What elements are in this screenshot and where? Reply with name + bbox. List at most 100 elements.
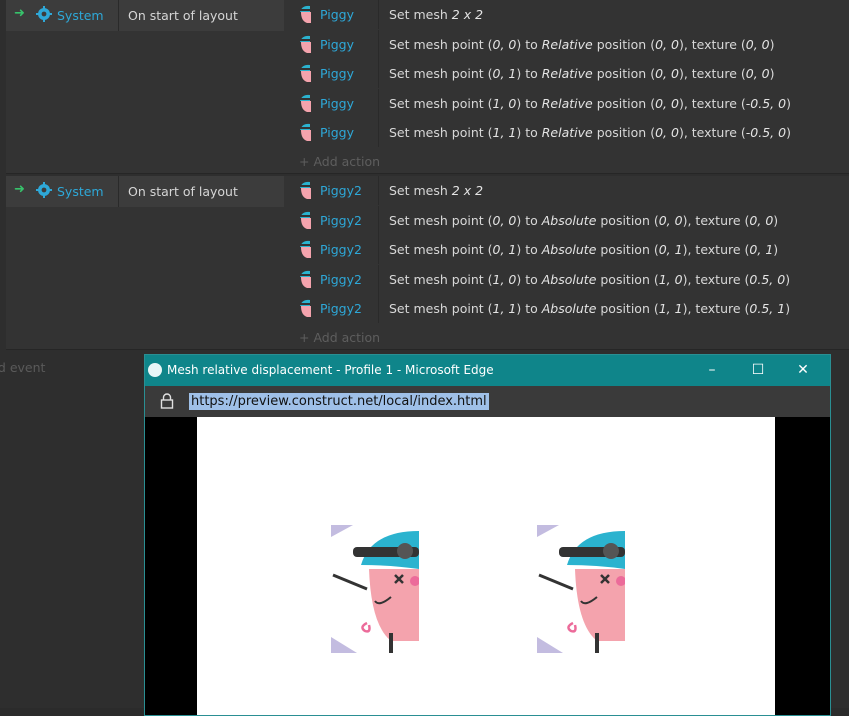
- action-row[interactable]: Piggy Set mesh point (1, 1) to Relative p…: [289, 118, 849, 147]
- minimize-button[interactable]: –: [692, 359, 732, 381]
- action-text-part: position (: [596, 271, 659, 287]
- condition-object[interactable]: System: [57, 8, 104, 23]
- action-object[interactable]: Piggy2: [320, 272, 362, 287]
- piggy-sprite-icon: [299, 35, 311, 53]
- action-text-part: Set mesh point (: [389, 125, 493, 140]
- action-text-part: Set mesh point (: [389, 271, 493, 287]
- action-text[interactable]: Set mesh point (1, 0) to Relative positi…: [389, 96, 791, 111]
- action-text-part: ): [773, 212, 779, 228]
- action-object[interactable]: Piggy: [320, 66, 354, 81]
- divider: [378, 29, 379, 59]
- add-event-link[interactable]: dd event: [0, 360, 45, 375]
- action-param: 0, 1: [749, 242, 774, 257]
- action-text-part: position (: [596, 242, 659, 257]
- action-row[interactable]: Piggy2 Set mesh point (1, 0) to Absolute …: [289, 264, 849, 294]
- action-text-part: ): [786, 125, 791, 140]
- action-param: 0, 0: [655, 95, 679, 111]
- event-block[interactable]: ➜ System On start of layout Piggy Set mes…: [6, 0, 849, 174]
- construct-logo-icon: [148, 363, 162, 377]
- condition-text[interactable]: On start of layout: [128, 8, 238, 23]
- action-param: 0, 1: [492, 66, 517, 81]
- condition-row[interactable]: ➜ System On start of layout: [6, 176, 284, 207]
- action-text-part: Set mesh point (: [389, 36, 493, 52]
- action-text-part: ) to: [516, 125, 542, 140]
- action-param: 1, 1: [492, 301, 517, 316]
- add-action-link[interactable]: + Add action: [299, 330, 380, 345]
- action-text-part: ), texture (: [678, 36, 746, 52]
- divider: [378, 264, 379, 294]
- action-row[interactable]: Piggy2 Set mesh point (0, 0) to Absolute …: [289, 205, 849, 235]
- action-text[interactable]: Set mesh point (1, 0) to Absolute positi…: [389, 272, 790, 287]
- action-param: Relative: [541, 36, 593, 52]
- action-row[interactable]: Piggy2 Set mesh 2 x 2: [289, 176, 849, 205]
- action-row[interactable]: Piggy Set mesh 2 x 2: [289, 0, 849, 29]
- action-param: Relative: [541, 125, 593, 140]
- action-text[interactable]: Set mesh 2 x 2: [389, 183, 483, 198]
- action-text-part: position (: [592, 95, 656, 111]
- action-text-part: ): [769, 66, 775, 81]
- action-text-part: Set mesh point (: [389, 95, 493, 111]
- action-text[interactable]: Set mesh point (0, 1) to Absolute positi…: [389, 242, 778, 257]
- action-param: 0, 0: [655, 36, 679, 52]
- action-row[interactable]: Piggy2 Set mesh point (0, 1) to Absolute …: [289, 235, 849, 264]
- action-text[interactable]: Set mesh point (0, 0) to Relative positi…: [389, 37, 775, 52]
- action-object[interactable]: Piggy: [320, 125, 354, 140]
- divider: [378, 294, 379, 323]
- action-row[interactable]: Piggy Set mesh point (1, 0) to Relative p…: [289, 88, 849, 118]
- action-text-part: Set mesh point (: [389, 212, 493, 228]
- piggy-sprite-icon: [299, 299, 311, 317]
- condition-object[interactable]: System: [57, 184, 104, 199]
- action-param: 0, 0: [492, 36, 517, 52]
- action-object[interactable]: Piggy2: [320, 183, 362, 198]
- action-text-part: ): [785, 271, 791, 287]
- browser-window: Mesh relative displacement - Profile 1 -…: [144, 354, 831, 716]
- action-text-part: Set mesh: [389, 7, 452, 22]
- piggy2-sprite: [537, 525, 625, 653]
- divider: [118, 176, 119, 207]
- divider: [378, 205, 379, 235]
- action-text[interactable]: Set mesh point (1, 1) to Relative positi…: [389, 125, 791, 140]
- action-param: 1, 0: [492, 271, 517, 287]
- action-param: Absolute: [541, 212, 597, 228]
- action-text[interactable]: Set mesh 2 x 2: [389, 7, 483, 22]
- action-row[interactable]: Piggy Set mesh point (0, 1) to Relative p…: [289, 59, 849, 88]
- action-text[interactable]: Set mesh point (0, 1) to Relative positi…: [389, 66, 775, 81]
- piggy-sprite-icon: [299, 240, 311, 258]
- action-row[interactable]: Piggy Set mesh point (0, 0) to Relative p…: [289, 29, 849, 59]
- action-text-part: ) to: [516, 212, 542, 228]
- action-text-part: ) to: [516, 271, 542, 287]
- maximize-button[interactable]: ☐: [738, 359, 778, 381]
- action-text-part: ): [773, 242, 779, 257]
- url-field[interactable]: https://preview.construct.net/local/inde…: [189, 393, 489, 410]
- action-text[interactable]: Set mesh point (1, 1) to Absolute positi…: [389, 301, 790, 316]
- action-text-part: ), texture (: [678, 95, 746, 111]
- condition-row[interactable]: ➜ System On start of layout: [6, 0, 284, 31]
- action-param: 0.5, 1: [749, 301, 786, 316]
- piggy-sprite-icon: [299, 5, 311, 23]
- close-button[interactable]: ✕: [783, 359, 823, 381]
- action-object[interactable]: Piggy: [320, 7, 354, 22]
- action-text-part: ) to: [516, 36, 542, 52]
- action-text-part: position (: [592, 125, 656, 140]
- action-object[interactable]: Piggy: [320, 37, 354, 52]
- action-row[interactable]: Piggy2 Set mesh point (1, 1) to Absolute …: [289, 294, 849, 323]
- event-block[interactable]: ➜ System On start of layout Piggy2 Set me…: [6, 176, 849, 350]
- action-param: -0.5, 0: [745, 95, 787, 111]
- address-bar[interactable]: https://preview.construct.net/local/inde…: [145, 386, 830, 417]
- action-text[interactable]: Set mesh point (0, 0) to Absolute positi…: [389, 213, 778, 228]
- action-object[interactable]: Piggy2: [320, 301, 362, 316]
- browser-titlebar[interactable]: Mesh relative displacement - Profile 1 -…: [145, 355, 830, 386]
- action-text-part: ) to: [516, 242, 542, 257]
- action-object[interactable]: Piggy2: [320, 213, 362, 228]
- piggy-sprite-icon: [299, 211, 311, 229]
- page-viewport: [145, 417, 830, 715]
- game-canvas[interactable]: [197, 417, 775, 715]
- action-text-part: position (: [592, 36, 656, 52]
- action-param: 1, 0: [658, 271, 683, 287]
- condition-text[interactable]: On start of layout: [128, 184, 238, 199]
- gear-icon: [36, 6, 52, 22]
- action-object[interactable]: Piggy2: [320, 242, 362, 257]
- action-text-part: ), texture (: [682, 271, 750, 287]
- add-action-link[interactable]: + Add action: [299, 154, 380, 169]
- action-object[interactable]: Piggy: [320, 96, 354, 111]
